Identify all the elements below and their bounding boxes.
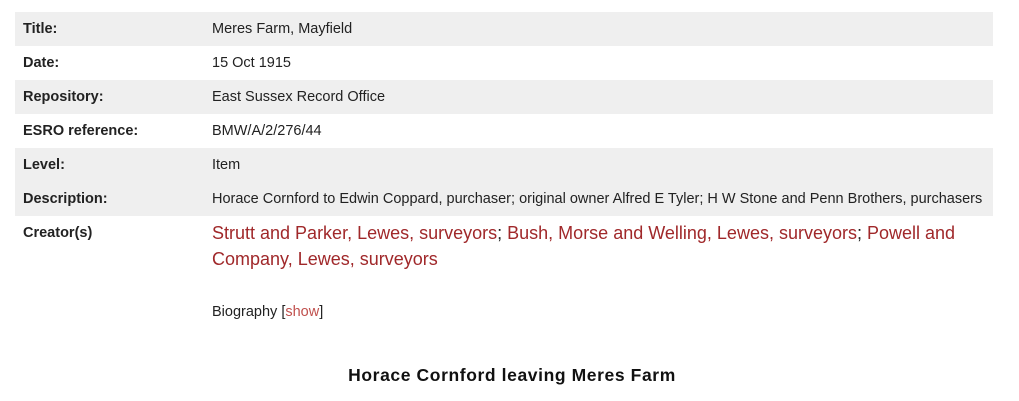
creator-link-bush-morse-welling[interactable]: Bush, Morse and Welling, Lewes, surveyor…: [507, 223, 857, 243]
creator-separator: ;: [497, 223, 508, 243]
reference-row: ESRO reference: BMW/A/2/276/44: [15, 114, 993, 148]
description-label: Description:: [15, 182, 196, 216]
title-value: Meres Farm, Mayfield: [196, 12, 993, 46]
creator-links: Strutt and Parker, Lewes, surveyors; Bus…: [212, 220, 985, 272]
biography-show-link[interactable]: show: [285, 304, 319, 320]
date-label: Date:: [23, 55, 60, 71]
reference-label: ESRO reference:: [23, 123, 139, 139]
repository-value: East Sussex Record Office: [196, 80, 993, 114]
title-row: Title: Meres Farm, Mayfield: [15, 12, 993, 46]
biography-label: Biography: [212, 304, 278, 320]
biography: Biography [show]: [212, 302, 985, 322]
level-row: Level: Item: [15, 148, 993, 182]
creators-row: Creator(s) Strutt and Parker, Lewes, sur…: [15, 216, 993, 326]
creator-link-strutt-parker[interactable]: Strutt and Parker, Lewes, surveyors: [212, 223, 497, 243]
creators-label: Creator(s): [23, 225, 93, 241]
image-caption: Horace Cornford leaving Meres Farm: [348, 365, 676, 385]
record-details-table: Title: Meres Farm, Mayfield Date: 15 Oct…: [15, 12, 993, 326]
level-value: Item: [196, 148, 993, 182]
repository-label: Repository:: [15, 80, 196, 114]
title-label: Title:: [15, 12, 196, 46]
reference-value: BMW/A/2/276/44: [212, 123, 322, 139]
level-label: Level:: [15, 148, 196, 182]
creators-value: Strutt and Parker, Lewes, surveyors; Bus…: [196, 216, 993, 326]
biography-bracket-close: ]: [319, 304, 324, 320]
date-row: Date: 15 Oct 1915: [15, 46, 993, 80]
repository-row: Repository: East Sussex Record Office: [15, 80, 993, 114]
creator-separator: ;: [856, 223, 867, 243]
description-row: Description: Horace Cornford to Edwin Co…: [15, 182, 993, 216]
date-value: 15 Oct 1915: [212, 55, 291, 71]
description-value: Horace Cornford to Edwin Coppard, purcha…: [196, 182, 993, 216]
